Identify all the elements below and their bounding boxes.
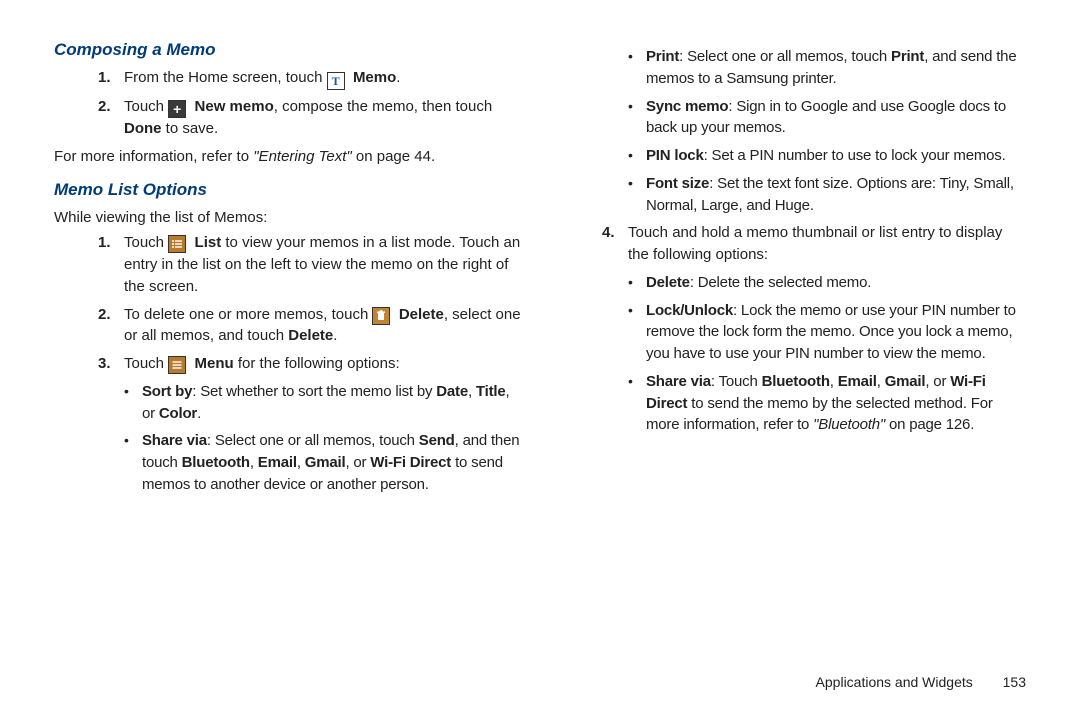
delete-icon bbox=[372, 307, 390, 325]
bullet-lock-unlock: • Lock/Unlock: Lock the memo or use your… bbox=[628, 300, 1026, 365]
step-2: 2. Touch + New memo, compose the memo, t… bbox=[98, 96, 522, 140]
right-column: • Print: Select one or all memos, touch … bbox=[558, 38, 1026, 502]
intro-text: While viewing the list of Memos: bbox=[54, 207, 522, 229]
text: From the Home screen, touch bbox=[124, 69, 327, 86]
bullet-sort-by: • Sort by: Set whether to sort the memo … bbox=[124, 381, 522, 425]
page-footer: Applications and Widgets 153 bbox=[816, 672, 1026, 692]
heading-memo-list-options: Memo List Options bbox=[54, 178, 522, 203]
step-1: 1. From the Home screen, touch T Memo. bbox=[98, 67, 522, 91]
bullet-share-via: • Share via: Select one or all memos, to… bbox=[124, 430, 522, 495]
page-number: 153 bbox=[1003, 672, 1026, 692]
list-step-3: 3. Touch Menu for the following options: bbox=[98, 353, 522, 375]
menu-icon bbox=[168, 356, 186, 374]
bullet-share-via-2: • Share via: Touch Bluetooth, Email, Gma… bbox=[628, 371, 1026, 436]
bullet-delete: • Delete: Delete the selected memo. bbox=[628, 272, 1026, 294]
left-column: Composing a Memo 1. From the Home screen… bbox=[54, 38, 522, 502]
footer-section: Applications and Widgets bbox=[816, 674, 973, 690]
list-step-2: 2. To delete one or more memos, touch De… bbox=[98, 304, 522, 348]
bullet-font-size: • Font size: Set the text font size. Opt… bbox=[628, 173, 1026, 217]
list-step-4: 4. Touch and hold a memo thumbnail or li… bbox=[602, 222, 1026, 266]
plus-icon: + bbox=[168, 100, 186, 118]
bullet-print: • Print: Select one or all memos, touch … bbox=[628, 46, 1026, 90]
bullet-sync-memo: • Sync memo: Sign in to Google and use G… bbox=[628, 96, 1026, 140]
memo-icon: T bbox=[327, 72, 345, 90]
list-icon bbox=[168, 235, 186, 253]
bullet-pin-lock: • PIN lock: Set a PIN number to use to l… bbox=[628, 145, 1026, 167]
list-step-1: 1. Touch List to view your memos in a li… bbox=[98, 232, 522, 297]
cross-reference: For more information, refer to "Entering… bbox=[54, 146, 522, 168]
heading-composing: Composing a Memo bbox=[54, 38, 522, 63]
memo-label: Memo bbox=[353, 69, 396, 86]
